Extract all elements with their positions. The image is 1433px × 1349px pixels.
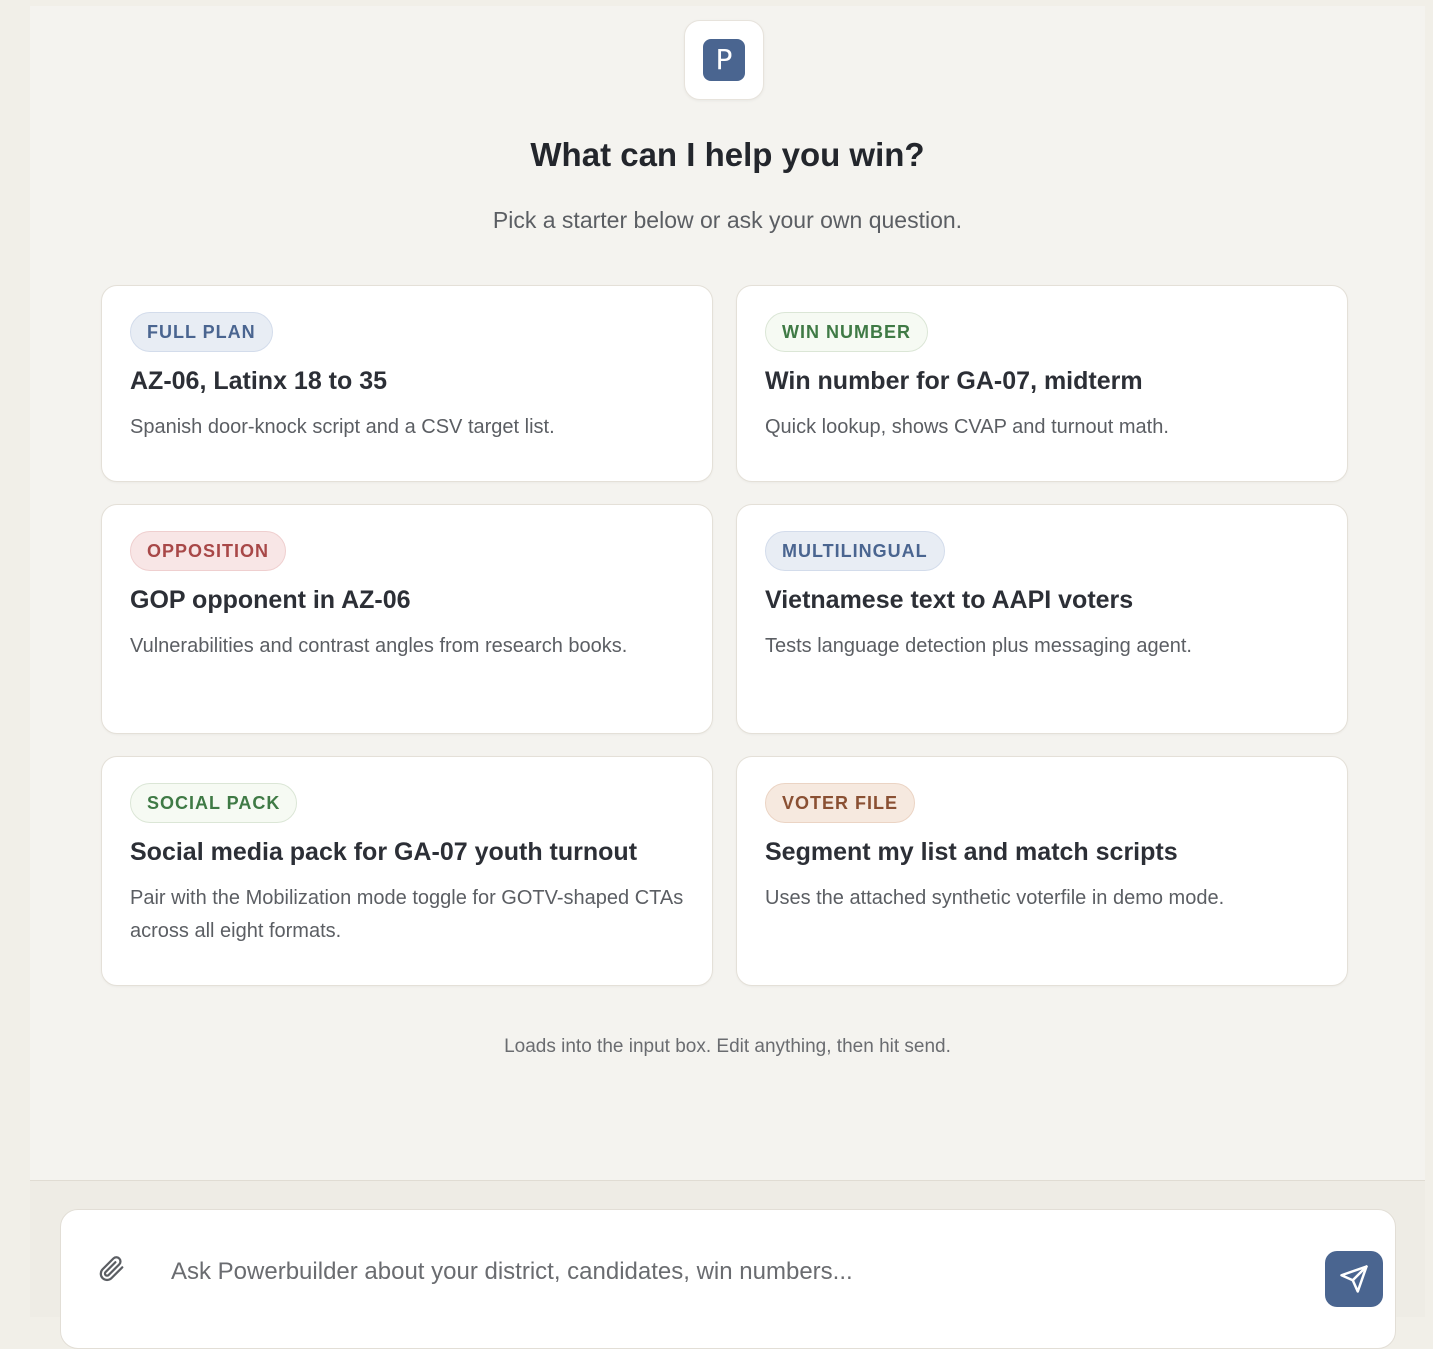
message-composer	[60, 1209, 1396, 1349]
starter-card-opposition[interactable]: OPPOSITION GOP opponent in AZ-06 Vulnera…	[101, 504, 713, 734]
starter-card-social-pack[interactable]: SOCIAL PACK Social media pack for GA-07 …	[101, 756, 713, 986]
starter-tag: WIN NUMBER	[765, 312, 928, 352]
composer-bar	[30, 1180, 1425, 1349]
starter-description: Tests language detection plus messaging …	[765, 635, 1192, 657]
starter-description: Spanish door-knock script and a CSV targ…	[130, 416, 555, 438]
starter-title: Vietnamese text to AAPI voters	[765, 586, 1134, 614]
starter-description: Pair with the Mobilization mode toggle f…	[130, 887, 684, 942]
starter-card-multilingual[interactable]: MULTILINGUAL Vietnamese text to AAPI vot…	[736, 504, 1348, 734]
starter-tag: SOCIAL PACK	[130, 783, 298, 823]
starter-tag: OPPOSITION	[130, 531, 287, 571]
starter-tag: VOTER FILE	[765, 783, 916, 823]
starter-tag: FULL PLAN	[130, 312, 273, 352]
send-icon	[1340, 1265, 1368, 1293]
starter-title: Win number for GA-07, midterm	[765, 367, 1143, 395]
starter-card-win-number[interactable]: WIN NUMBER Win number for GA-07, midterm…	[736, 285, 1348, 482]
starter-description: Quick lookup, shows CVAP and turnout mat…	[765, 416, 1169, 438]
starter-tag: MULTILINGUAL	[765, 531, 945, 571]
logo-mark: P	[703, 39, 745, 81]
starter-title: Segment my list and match scripts	[765, 838, 1178, 866]
starter-description: Uses the attached synthetic voterfile in…	[765, 887, 1225, 909]
starter-title: AZ-06, Latinx 18 to 35	[130, 367, 388, 395]
message-input[interactable]	[171, 1250, 1271, 1294]
attach-button[interactable]	[91, 1248, 131, 1288]
page-subtitle: Pick a starter below or ask your own que…	[492, 207, 963, 233]
paperclip-icon	[99, 1256, 124, 1282]
starter-card-voter-file[interactable]: VOTER FILE Segment my list and match scr…	[736, 756, 1348, 986]
new-chat-screen: P What can I help you win? Pick a starte…	[30, 6, 1425, 1349]
app-logo: P	[684, 20, 764, 100]
starter-hint: Loads into the input box. Edit anything,…	[504, 1036, 951, 1057]
starter-description: Vulnerabilities and contrast angles from…	[130, 635, 628, 657]
starter-title: GOP opponent in AZ-06	[130, 586, 411, 614]
starter-title: Social media pack for GA-07 youth turnou…	[130, 838, 638, 866]
starter-card-full-plan[interactable]: FULL PLAN AZ-06, Latinx 18 to 35 Spanish…	[101, 285, 713, 482]
send-button[interactable]	[1325, 1251, 1383, 1307]
page-title: What can I help you win?	[530, 136, 925, 173]
